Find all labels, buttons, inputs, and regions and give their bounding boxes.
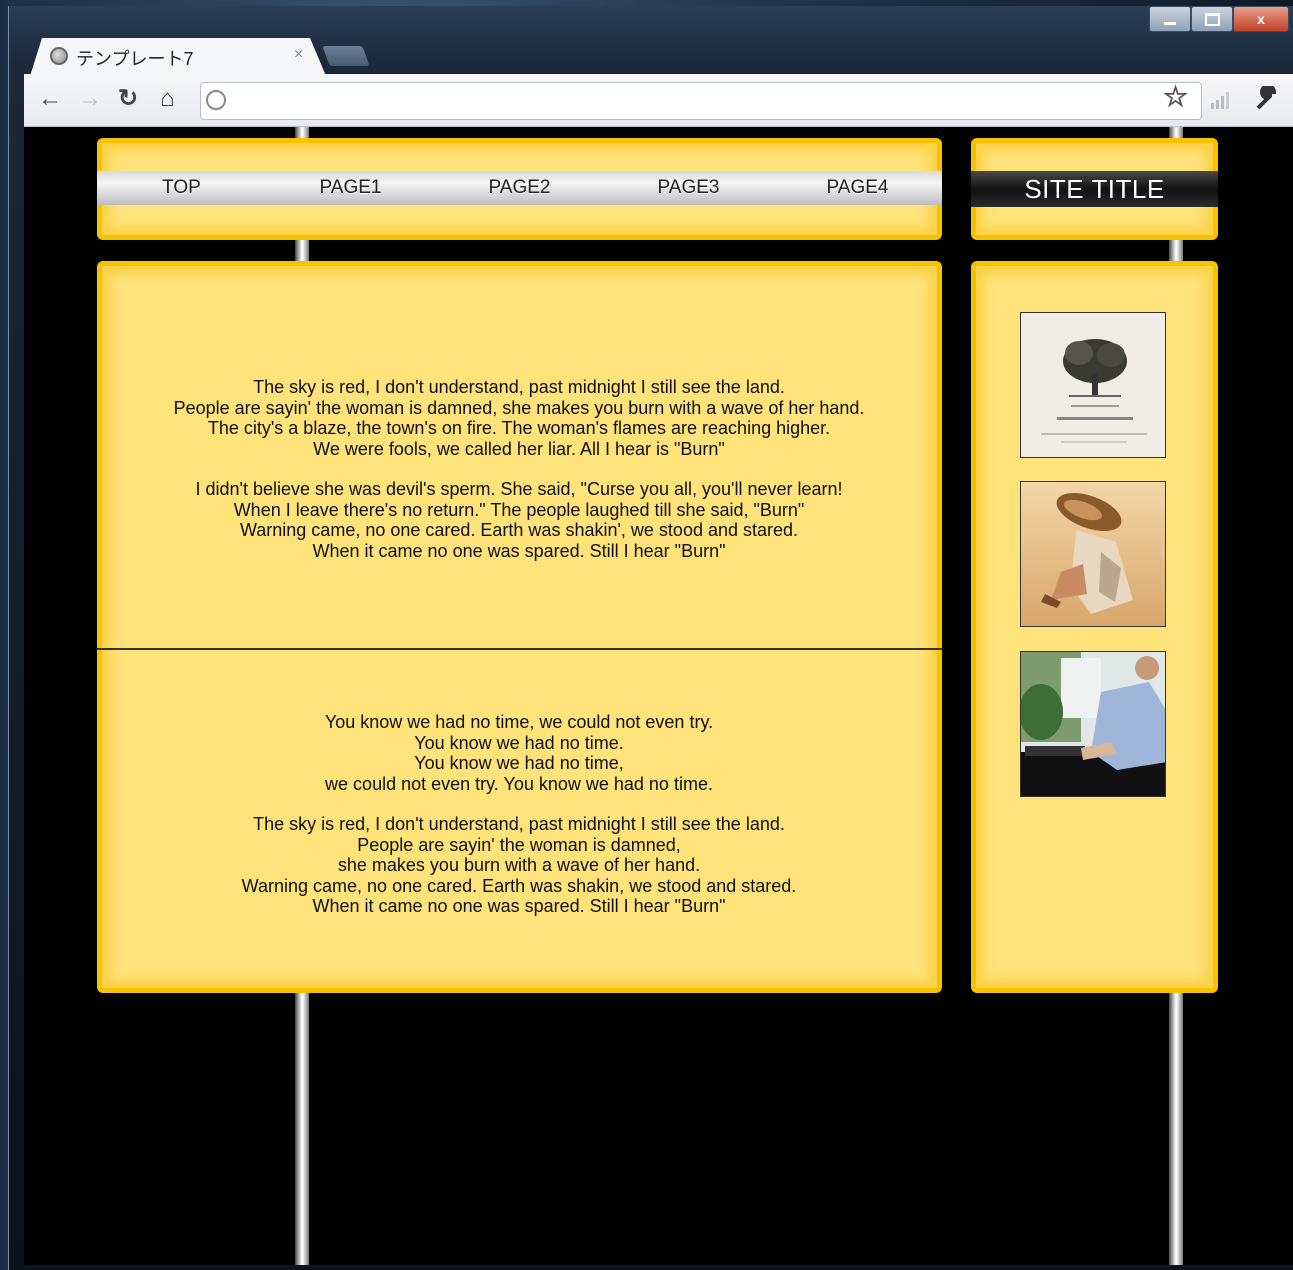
lyrics-section-1: The sky is red, I don't understand, past… — [114, 377, 924, 581]
wrench-icon[interactable] — [1254, 86, 1280, 112]
lyric-line: The city's a blaze, the town's on fire. … — [207, 418, 831, 438]
lyric-line: You know we had no time. — [414, 732, 624, 753]
page-globe-icon — [206, 90, 226, 110]
man-typing-photo-icon — [1021, 652, 1165, 796]
lyric-line: I didn't believe she was devil's sperm. … — [195, 479, 843, 499]
site-title[interactable]: SITE TITLE — [1024, 174, 1164, 205]
lyric-line: People are sayin' the woman is damned, — [357, 834, 681, 855]
lyric-line: The sky is red, I don't understand, past… — [253, 814, 785, 834]
section-divider — [97, 648, 942, 650]
lyrics-paragraph: I didn't believe she was devil's sperm. … — [114, 479, 924, 561]
signal-bars-icon — [1211, 92, 1229, 109]
nav-item-page1[interactable]: PAGE1 — [266, 177, 435, 199]
lyric-line: When it came no one was spared. Still I … — [312, 896, 726, 916]
tab-title: テンプレート7 — [76, 49, 194, 69]
lyric-line: You know we had no time, — [414, 753, 624, 773]
lyric-line: When I leave there's no return." The peo… — [233, 499, 805, 520]
globe-icon — [50, 47, 68, 65]
back-arrow-icon[interactable]: ← — [38, 86, 62, 112]
navigation-bar: TOP PAGE1 PAGE2 PAGE3 PAGE4 — [97, 171, 942, 205]
reload-icon[interactable]: ↻ — [118, 86, 138, 112]
nav-item-page2[interactable]: PAGE2 — [435, 177, 604, 199]
lyric-line: We were fools, we called her liar. All I… — [313, 438, 725, 459]
lyrics-section-2: You know we had no time, we could not ev… — [114, 712, 924, 937]
minimize-button[interactable] — [1149, 6, 1191, 32]
tab-close-button[interactable]: × — [294, 46, 303, 64]
lyrics-paragraph: The sky is red, I don't understand, past… — [114, 377, 924, 459]
close-window-button[interactable]: x — [1233, 6, 1289, 32]
window-controls: x — [1149, 6, 1289, 36]
lyrics-paragraph: You know we had no time, we could not ev… — [114, 712, 924, 794]
lyric-line: The sky is red, I don't understand, past… — [253, 377, 785, 397]
fish-figure-painting-icon — [1021, 482, 1165, 626]
new-tab-button[interactable] — [322, 46, 370, 66]
lyric-line: Warning came, no one cared. Earth was sh… — [239, 520, 799, 540]
home-icon[interactable]: ⌂ — [160, 86, 175, 112]
lyric-line: When it came no one was spared. Still I … — [312, 540, 726, 561]
lyrics-paragraph: The sky is red, I don't understand, past… — [114, 814, 924, 917]
sidebar-thumbnail-book-cover[interactable] — [1020, 312, 1166, 458]
maximize-button[interactable] — [1191, 6, 1233, 32]
lyric-line: You know we had no time, we could not ev… — [324, 712, 714, 732]
lyric-line: Warning came, no one cared. Earth was sh… — [241, 875, 797, 896]
sidebar-thumbnail-photo[interactable] — [1020, 651, 1166, 797]
lyric-line: she makes you burn with a wave of her ha… — [337, 855, 701, 875]
lyric-line: we could not even try. You know we had n… — [325, 773, 713, 794]
sidebar-thumbnail-painting[interactable] — [1020, 481, 1166, 627]
star-bookmark-icon[interactable]: ☆ — [1163, 83, 1188, 111]
site-title-bar: SITE TITLE — [971, 171, 1218, 207]
nav-item-top[interactable]: TOP — [97, 177, 266, 199]
lyric-line: People are sayin' the woman is damned, s… — [173, 397, 865, 418]
nav-item-page3[interactable]: PAGE3 — [604, 177, 773, 199]
tree-illustration-icon — [1021, 313, 1165, 457]
forward-arrow-icon[interactable]: → — [78, 86, 102, 112]
address-bar[interactable] — [200, 82, 1202, 120]
nav-item-page4[interactable]: PAGE4 — [773, 177, 942, 199]
page-viewport: TOP PAGE1 PAGE2 PAGE3 PAGE4 SITE TITLE T… — [24, 127, 1293, 1265]
